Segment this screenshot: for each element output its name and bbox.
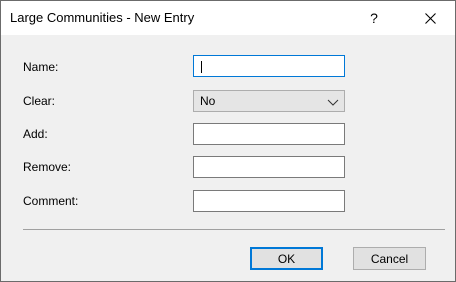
chevron-down-icon bbox=[327, 99, 339, 106]
clear-label: Clear: bbox=[23, 94, 56, 108]
clear-selected-value: No bbox=[200, 94, 216, 108]
dialog-window: Large Communities - New Entry ? Name: Cl… bbox=[0, 0, 456, 282]
add-input[interactable] bbox=[193, 123, 345, 145]
name-input[interactable] bbox=[193, 55, 345, 77]
text-caret bbox=[201, 61, 202, 73]
close-icon bbox=[424, 12, 436, 24]
comment-label: Comment: bbox=[23, 194, 79, 208]
ok-button[interactable]: OK bbox=[250, 247, 323, 270]
comment-input[interactable] bbox=[193, 190, 345, 212]
remove-label: Remove: bbox=[23, 160, 72, 174]
dialog-title: Large Communities - New Entry bbox=[10, 10, 195, 25]
add-label: Add: bbox=[23, 127, 48, 141]
separator-line bbox=[23, 229, 445, 230]
help-button[interactable]: ? bbox=[351, 1, 397, 35]
dialog-content: Name: Clear: No Add: Remove: Comment: OK… bbox=[1, 35, 455, 281]
clear-select[interactable]: No bbox=[193, 90, 345, 112]
name-label: Name: bbox=[23, 60, 59, 74]
close-button[interactable] bbox=[407, 1, 453, 35]
title-bar[interactable]: Large Communities - New Entry ? bbox=[1, 1, 455, 35]
remove-input[interactable] bbox=[193, 156, 345, 178]
cancel-button[interactable]: Cancel bbox=[353, 247, 426, 270]
